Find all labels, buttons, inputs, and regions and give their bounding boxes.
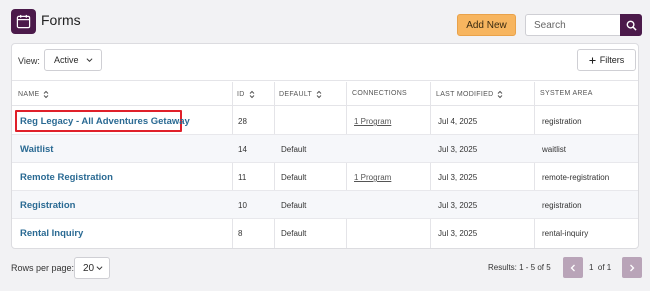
column-header-name[interactable]: NAME [18,90,49,99]
table-row[interactable]: Rental Inquiry 8 Default Jul 3, 2025 ren… [12,219,638,247]
forms-app-icon [11,9,36,34]
connections-link[interactable]: 1 Program [354,173,391,182]
last-modified: Jul 3, 2025 [438,201,478,210]
current-page: 1 [589,263,594,272]
filters-button[interactable]: Filters [577,49,636,71]
chevron-down-icon [86,58,93,63]
search-button[interactable] [620,14,642,36]
system-area: waitlist [542,145,567,154]
chevron-down-icon [96,266,103,271]
connections-link[interactable]: 1 Program [354,117,391,126]
table-header: NAME ID DEFAULT CONNECTIONS LAST MODIFIE… [12,82,638,106]
column-header-default[interactable]: DEFAULT [279,90,322,99]
form-name-link[interactable]: Waitlist [20,144,53,155]
form-name-link[interactable]: Rental Inquiry [20,228,83,239]
system-area: rental-inquiry [542,229,589,238]
form-default: Default [281,173,307,182]
last-modified: Jul 3, 2025 [438,145,478,154]
form-id: 11 [238,173,247,182]
search-input[interactable] [525,14,621,36]
add-new-button[interactable]: Add New [457,14,516,36]
column-header-system-area: SYSTEM AREA [540,90,593,97]
sort-icon [316,90,322,99]
search-icon [626,20,637,31]
plus-icon [589,56,596,64]
calendar-form-icon [16,14,31,29]
system-area: registration [542,201,582,210]
results-count: Results: 1 - 5 of 5 [488,263,551,272]
last-modified: Jul 3, 2025 [438,173,478,182]
form-name-link[interactable]: Reg Legacy - All Adventures Getaway [20,116,190,127]
column-header-id[interactable]: ID [237,90,255,99]
last-modified: Jul 3, 2025 [438,229,478,238]
sort-icon [44,90,49,99]
form-name-link[interactable]: Remote Registration [20,172,113,183]
table-row[interactable]: Waitlist 14 Default Jul 3, 2025 waitlist [12,135,638,163]
form-id: 28 [238,117,247,126]
sort-icon [249,90,254,99]
column-header-connections: CONNECTIONS [352,90,408,97]
next-page-button[interactable] [622,257,642,278]
system-area: registration [542,117,582,126]
column-header-last-modified[interactable]: LAST MODIFIED [436,90,503,99]
form-default: Default [281,201,307,210]
rows-per-page-label: Rows per page: [11,263,75,273]
form-default: Default [281,229,307,238]
sort-icon [498,90,503,99]
page-title: Forms [41,12,81,28]
view-select[interactable]: Active [44,49,102,71]
forms-table-card: View: Active Filters NAME ID DEFAULT CON… [11,43,639,249]
chevron-right-icon [630,264,635,271]
pagination-status: 1 of 1 [589,263,611,272]
form-default: Default [281,145,307,154]
previous-page-button[interactable] [563,257,583,278]
last-modified: Jul 4, 2025 [438,117,478,126]
table-toolbar: View: Active Filters [12,44,638,81]
chevron-left-icon [570,264,575,271]
view-label: View: [18,56,40,66]
filters-label: Filters [599,55,625,65]
table-row[interactable]: Remote Registration 11 Default 1 Program… [12,163,638,191]
view-select-value: Active [54,55,79,65]
form-id: 8 [238,229,243,238]
rows-per-page-value: 20 [83,262,95,274]
form-id: 14 [238,145,247,154]
table-row[interactable]: Registration 10 Default Jul 3, 2025 regi… [12,191,638,219]
page-total: of 1 [597,263,612,272]
table-row[interactable]: Reg Legacy - All Adventures Getaway 28 1… [12,107,638,135]
rows-per-page-select[interactable]: 20 [74,257,110,279]
form-name-link[interactable]: Registration [20,200,75,211]
form-id: 10 [238,201,247,210]
system-area: remote-registration [542,173,610,182]
